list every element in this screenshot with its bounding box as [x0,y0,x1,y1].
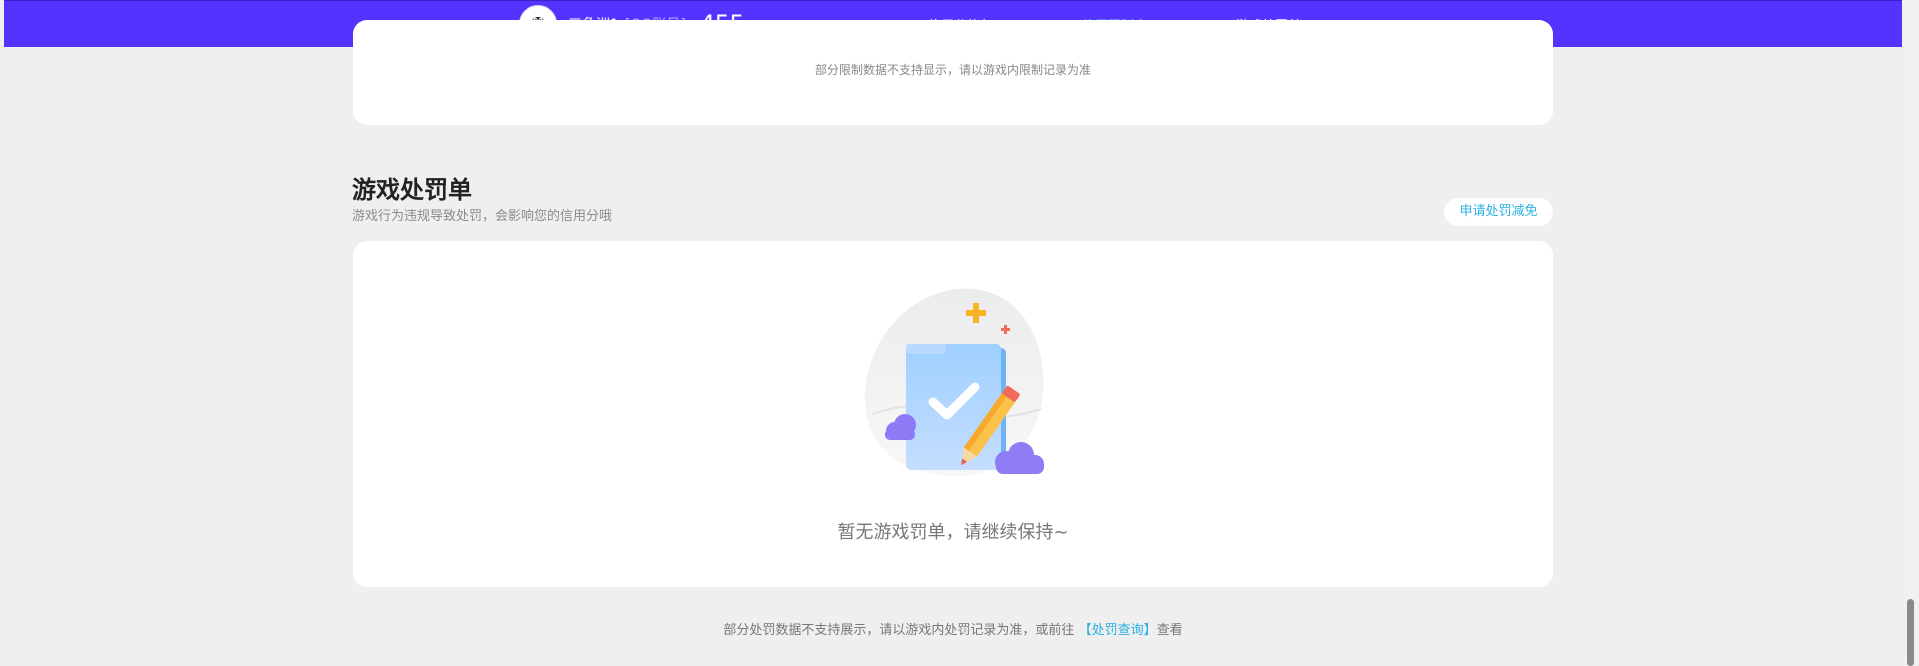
footer-note: 部分处罚数据不支持展示，请以游戏内处罚记录为准，或前往 【处罚查询】查看 [353,619,1553,638]
folder-check-pencil-icon [864,288,1044,477]
penalty-card: 暂无游戏罚单，请继续保持~ [353,241,1553,587]
vertical-scrollbar[interactable] [1903,0,1919,666]
footer-note-suffix: 查看 [1156,623,1183,638]
restriction-note: 部分限制数据不支持显示，请以游戏内限制记录为准 [814,63,1091,77]
section-subtitle: 游戏行为违规导致处罚，会影响您的信用分哦 [352,209,613,224]
restriction-card: 部分限制数据不支持显示，请以游戏内限制记录为准 [353,20,1553,125]
empty-state-text: 暂无游戏罚单，请继续保持~ [837,522,1069,543]
page: 三角洲1 [QQ账号] 455 分 信用分礼包 信用限制令 游戏处罚单 部分限制… [0,0,1919,666]
apply-penalty-reduction-button[interactable]: 申请处罚减免 [1444,198,1553,226]
section-title: 游戏处罚单 [352,176,472,204]
footer-note-prefix: 部分处罚数据不支持展示，请以游戏内处罚记录为准，或前往 [723,623,1075,638]
scrollbar-thumb[interactable] [1907,599,1914,666]
penalty-query-link[interactable]: 【处罚查询】 [1079,623,1157,638]
